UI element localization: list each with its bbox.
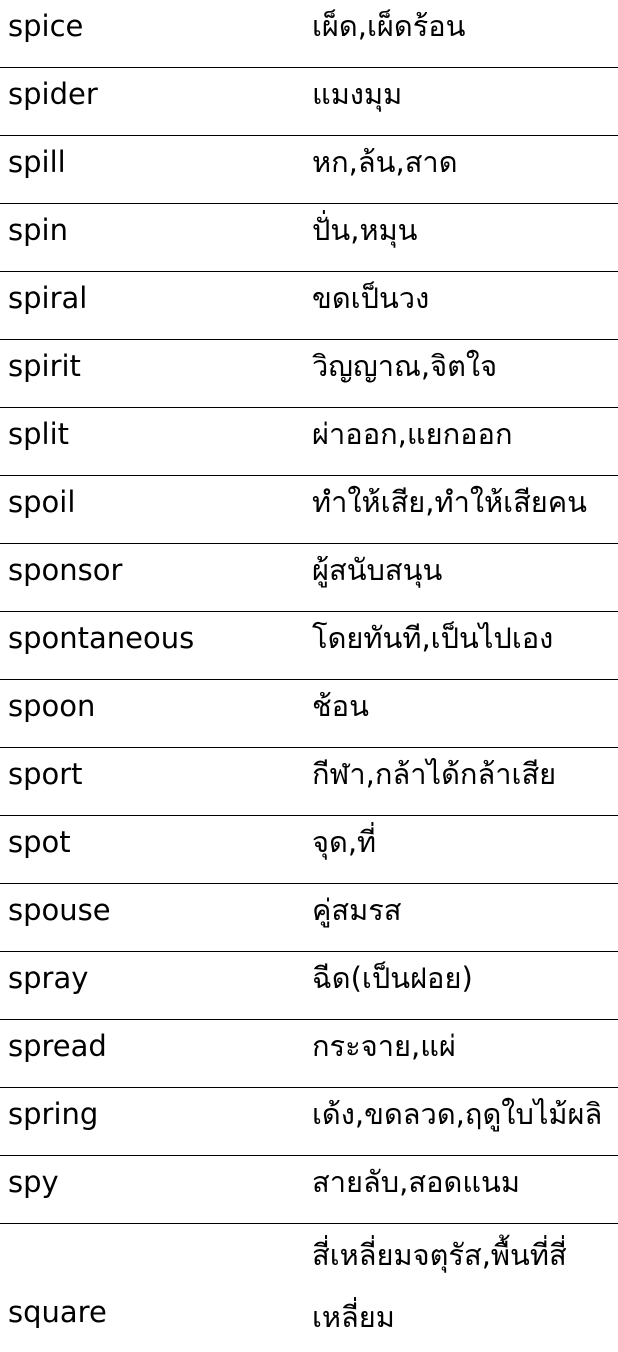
table-row: sponsor ผู้สนับสนุน	[0, 544, 618, 612]
table-row: spiral ขดเป็นวง	[0, 272, 618, 340]
thai-meaning: สายลับ,สอดแนม	[312, 1165, 520, 1199]
thai-meaning: สี่เหลี่ยมจตุรัส,พื้นที่สี่ เหลี่ยม	[312, 1224, 618, 1352]
table-row: spill หก,ล้น,สาด	[0, 136, 618, 204]
english-word: spoon	[8, 689, 96, 723]
table-row: spontaneous โดยทันที,เป็นไปเอง	[0, 612, 618, 680]
english-word: spy	[8, 1165, 59, 1199]
table-row: spot จุด,ที่	[0, 816, 618, 884]
english-word: sport	[8, 757, 83, 791]
english-word: spouse	[8, 893, 111, 927]
vocabulary-table: spice เผ็ด,เผ็ดร้อน spider แมงมุม spill …	[0, 0, 618, 1340]
table-row: square สี่เหลี่ยมจตุรัส,พื้นที่สี่ เหลี่…	[0, 1224, 618, 1352]
thai-meaning: วิญญาณ,จิตใจ	[312, 349, 498, 383]
thai-meaning: กระจาย,แผ่	[312, 1029, 456, 1063]
table-row: sport กีฬา,กล้าได้กล้าเสีย	[0, 748, 618, 816]
thai-meaning: เผ็ด,เผ็ดร้อน	[312, 9, 466, 43]
english-word: spontaneous	[8, 621, 195, 655]
table-row: spouse คู่สมรส	[0, 884, 618, 952]
thai-meaning: โดยทันที,เป็นไปเอง	[312, 621, 554, 655]
table-row: spoil ทำให้เสีย,ทำให้เสียคน	[0, 476, 618, 544]
table-row: spoon ช้อน	[0, 680, 618, 748]
english-word: spray	[8, 961, 89, 995]
thai-meaning: เด้ง,ขดลวด,ฤดูใบไม้ผลิ	[312, 1097, 603, 1131]
english-word: spin	[8, 213, 68, 247]
english-word: spider	[8, 77, 98, 111]
english-word: spice	[8, 9, 84, 43]
english-word: spill	[8, 145, 66, 179]
english-word: spot	[8, 825, 71, 859]
table-row: spring เด้ง,ขดลวด,ฤดูใบไม้ผลิ	[0, 1088, 618, 1156]
thai-meaning: กีฬา,กล้าได้กล้าเสีย	[312, 757, 557, 791]
table-row: spin ปั่น,หมุน	[0, 204, 618, 272]
thai-meaning: ผู้สนับสนุน	[312, 553, 443, 587]
table-row: spy สายลับ,สอดแนม	[0, 1156, 618, 1224]
english-word: sponsor	[8, 553, 123, 587]
table-row: spirit วิญญาณ,จิตใจ	[0, 340, 618, 408]
english-word: spread	[8, 1029, 107, 1063]
thai-meaning: ปั่น,หมุน	[312, 213, 418, 247]
table-row: spider แมงมุม	[0, 68, 618, 136]
english-word: spoil	[8, 485, 76, 519]
table-row: split ผ่าออก,แยกออก	[0, 408, 618, 476]
english-word: split	[8, 417, 70, 451]
thai-meaning: จุด,ที่	[312, 825, 377, 859]
table-row: spray ฉีด(เป็นฝอย)	[0, 952, 618, 1020]
thai-meaning: ฉีด(เป็นฝอย)	[312, 961, 473, 995]
thai-meaning: ทำให้เสีย,ทำให้เสียคน	[312, 485, 588, 519]
thai-meaning: ผ่าออก,แยกออก	[312, 417, 513, 451]
english-word: spring	[8, 1097, 99, 1131]
table-row: spice เผ็ด,เผ็ดร้อน	[0, 0, 618, 68]
thai-meaning: หก,ล้น,สาด	[312, 145, 458, 179]
english-word: square	[8, 1295, 107, 1329]
thai-meaning: คู่สมรส	[312, 893, 402, 927]
thai-meaning: ขดเป็นวง	[312, 281, 430, 315]
table-row: spread กระจาย,แผ่	[0, 1020, 618, 1088]
thai-meaning: ช้อน	[312, 689, 369, 723]
english-word: spiral	[8, 281, 88, 315]
english-word: spirit	[8, 349, 81, 383]
thai-meaning: แมงมุม	[312, 77, 403, 111]
thai-meaning-line-1: สี่เหลี่ยมจตุรัส,พื้นที่สี่	[312, 1238, 567, 1272]
thai-meaning-line-2: เหลี่ยม	[312, 1300, 395, 1334]
